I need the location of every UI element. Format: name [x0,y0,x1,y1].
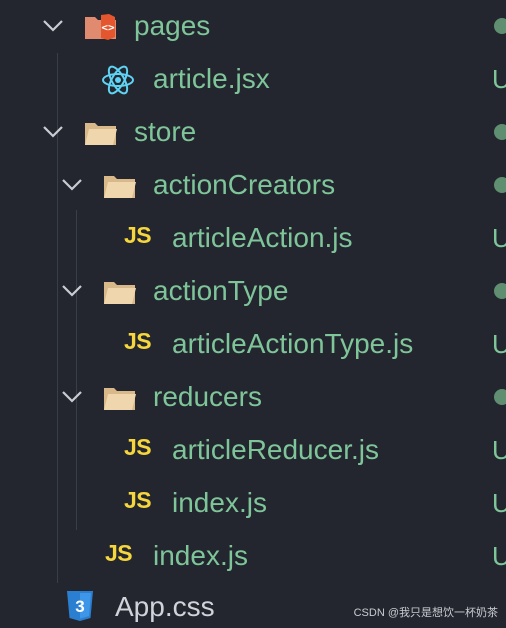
tree-item-store[interactable]: store [0,106,506,159]
folder-open-icon [104,176,136,198]
watermark: CSDN @我只是想饮一杯奶茶 [353,607,498,619]
git-status-untracked: U [492,223,506,253]
tree-item-article-jsx[interactable]: article.jsx U [0,53,506,106]
tree-item-label: articleReducer.js [172,434,379,465]
git-status-untracked: U [492,64,506,94]
chevron-down-icon[interactable] [59,172,85,198]
tree-item-label: pages [134,10,211,41]
tree-item-label: index.js [172,487,267,518]
git-status-dot [494,389,506,405]
tree-item-label: actionType [153,275,289,306]
git-status-untracked: U [492,329,506,359]
git-status-dot [494,18,506,34]
chevron-down-icon[interactable] [40,119,66,145]
chevron-down-icon[interactable] [59,278,85,304]
folder-open-icon [104,282,136,304]
file-explorer-tree: <> pages article.jsx U store actionCreat… [0,0,506,628]
folder-pages-icon: <> [85,14,116,40]
tree-item-label: articleAction.js [172,222,353,253]
tree-item-label: store [134,116,197,147]
tree-item-label: articleActionType.js [172,328,414,359]
tree-item-actionCreators[interactable]: actionCreators [0,159,506,212]
git-status-untracked: U [492,435,506,465]
tree-item-store-index-js[interactable]: JS index.js U [0,530,506,583]
svg-text:<>: <> [101,21,115,34]
tree-item-reducers-index-js[interactable]: JS index.js U [0,477,506,530]
folder-open-icon [85,123,117,145]
tree-item-reducers[interactable]: reducers [0,371,506,424]
tree-item-articleAction-js[interactable]: JS articleAction.js U [0,212,506,265]
tree-item-label: actionCreators [153,169,336,200]
js-file-icon: JS [124,328,152,354]
chevron-down-icon[interactable] [59,384,85,410]
js-file-icon: JS [105,540,133,566]
js-file-icon: JS [124,222,152,248]
tree-item-label: App.css [115,591,215,622]
git-status-untracked: U [492,541,506,571]
tree-item-articleReducer-js[interactable]: JS articleReducer.js U [0,424,506,477]
js-file-icon: JS [124,487,152,513]
tree-item-pages[interactable]: <> pages [0,0,506,53]
react-icon [102,65,134,95]
css3-icon: 3 [67,591,93,621]
git-status-untracked: U [492,488,506,518]
tree-item-label: index.js [153,540,248,571]
git-status-dot [494,177,506,193]
css3-badge-text: 3 [75,597,84,616]
folder-open-icon [104,388,136,410]
git-status-dot [494,124,506,140]
chevron-down-icon[interactable] [40,13,66,39]
tree-item-label: article.jsx [153,63,270,94]
tree-item-label: reducers [153,381,262,412]
git-status-dot [494,283,506,299]
tree-item-articleActionType-js[interactable]: JS articleActionType.js U [0,318,506,371]
tree-item-actionType[interactable]: actionType [0,265,506,318]
js-file-icon: JS [124,434,152,460]
